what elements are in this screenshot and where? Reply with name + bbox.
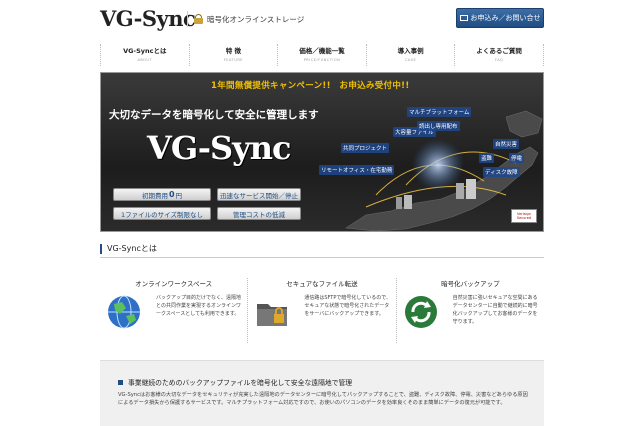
hero-logo: VG-Sync xyxy=(147,129,291,167)
feature-title: セキュアなファイル転送 xyxy=(286,280,358,288)
initial-cost-badge: 初期費用 0 円 xyxy=(113,188,211,201)
initial-cost-prefix: 初期費用 xyxy=(141,191,168,200)
section-title: VG-Syncとは xyxy=(107,244,157,253)
lock-icon xyxy=(194,14,203,24)
nav-sub: CASE xyxy=(404,58,417,62)
nav-label: VG-Syncとは xyxy=(123,47,167,55)
initial-cost-value: 0 xyxy=(168,190,175,199)
map-label-multi-platform: マルチプラットフォーム xyxy=(407,107,472,117)
section-title-bar: VG-Syncとは xyxy=(100,240,544,258)
apply-contact-label: お申込み／お問い合せ xyxy=(470,14,541,22)
no-size-limit-badge: 1ファイルのサイズ制限なし xyxy=(113,207,211,220)
sync-arrows-icon xyxy=(404,296,437,328)
nav-sub: FEATURE xyxy=(223,58,243,62)
envelope-icon xyxy=(459,15,468,21)
feature-body: 自然災害に強いセキュアな空間にあるデータセンターに自動で継続的に暗号化バックアッ… xyxy=(452,295,538,325)
initial-cost-suffix: 円 xyxy=(175,191,183,200)
globe-icon xyxy=(108,295,140,329)
heading-marker xyxy=(118,379,123,385)
panel-heading-group: 事業継続のためのバックアップファイルを暗号化して安全な遠隔地で管理 xyxy=(118,377,352,387)
datacenter-building xyxy=(466,179,476,199)
campaign-banner[interactable]: 1年間無償提供キャンペーン!! お申込み受付中!! xyxy=(211,79,410,91)
feature-secure-transfer: セキュアなファイル転送 通信路はSFTPで暗号化しているので、セキュアな状態で暗… xyxy=(248,278,397,343)
low-cost-badge: 管理コストの低減 xyxy=(217,207,301,220)
feature-title: オンラインワークスペース xyxy=(135,280,213,288)
site-logo[interactable]: VG-Sync xyxy=(100,6,196,31)
section-marker xyxy=(100,243,102,254)
map-label-theft: 盗難 xyxy=(479,153,495,163)
tagline-group: 暗号化オンラインストレージ xyxy=(187,11,304,27)
feature-body: バックアップ目的だけでなく、遠隔地との共同作業を実現するオンラインワークスペース… xyxy=(156,295,242,317)
folder-lock-icon xyxy=(257,304,288,326)
map-label-disaster: 自然災害 xyxy=(493,139,520,149)
nav-label: 導入事例 xyxy=(397,47,424,55)
map-label-read-only: 読出し専用配布 xyxy=(417,121,460,131)
nav-label: 特 徴 xyxy=(225,47,242,55)
hero-banner[interactable]: 1年間無償提供キャンペーン!! お申込み受付中!! 大切なデータを暗号化して安全… xyxy=(100,72,544,232)
nav-label: 価格／機能一覧 xyxy=(299,47,345,55)
nav-item-feature[interactable]: 特 徴 FEATURE xyxy=(190,44,279,66)
feature-body: 通信路はSFTPで暗号化しているので、セキュアな状態で暗号化されたデータをサーバ… xyxy=(304,295,392,317)
map-label-remote-office: リモートオフィス・在宅勤務 xyxy=(319,165,395,175)
main-nav: VG-Syncとは ABOUT 特 徴 FEATURE 価格／機能一覧 PRIC… xyxy=(100,44,544,66)
feature-online-workspace: オンラインワークスペース バックアップ目的だけでなく、遠隔地との共同作業を実現す… xyxy=(100,278,249,343)
nav-item-about[interactable]: VG-Syncとは ABOUT xyxy=(100,44,190,66)
apply-contact-button[interactable]: お申込み／お問い合せ xyxy=(456,8,544,28)
office-building xyxy=(396,197,402,209)
nav-sub: FAQ xyxy=(495,58,504,62)
office-building xyxy=(404,195,412,209)
map-label-outage: 停電 xyxy=(509,153,525,163)
map-label-joint-project: 共同プロジェクト xyxy=(341,143,390,153)
intro-panel: 事業継続のためのバックアップファイルを暗号化して安全な遠隔地で管理 VG-Syn… xyxy=(100,360,544,426)
feature-title: 暗号化バックアップ xyxy=(441,280,500,288)
nav-sub: ABOUT xyxy=(137,58,153,62)
site-header: VG-Sync 暗号化オンラインストレージ お申込み／お問い合せ xyxy=(0,0,640,40)
verisign-seal[interactable]: Verisign Secured xyxy=(511,209,537,223)
nav-item-faq[interactable]: よくあるご質問 FAQ xyxy=(455,44,544,66)
feature-encrypted-backup: 暗号化バックアップ 自然災害に強いセキュアな空間にあるデータセンターに自動で継続… xyxy=(397,278,544,343)
hero-lead: 大切なデータを暗号化して安全に管理します xyxy=(109,109,319,121)
panel-heading: 事業継続のためのバックアップファイルを暗号化して安全な遠隔地で管理 xyxy=(128,379,353,387)
feature-row: オンラインワークスペース バックアップ目的だけでなく、遠隔地との共同作業を実現す… xyxy=(100,278,544,343)
nav-item-case[interactable]: 導入事例 CASE xyxy=(367,44,456,66)
nav-item-price[interactable]: 価格／機能一覧 PRICE/FUNCTION xyxy=(278,44,367,66)
nav-sub: PRICE/FUNCTION xyxy=(303,58,341,62)
panel-body: VG-Syncはお客様の大切なデータをセキュリティが充実した遠隔地のデータセンタ… xyxy=(118,392,528,406)
datacenter-building xyxy=(456,183,464,199)
map-label-disk-failure: ディスク故障 xyxy=(483,167,520,177)
site-tagline: 暗号化オンラインストレージ xyxy=(207,14,305,24)
fast-service-badge: 迅速なサービス開始／停止 xyxy=(217,188,301,201)
nav-label: よくあるご質問 xyxy=(476,47,522,55)
hokkaido-landmass xyxy=(505,110,543,138)
